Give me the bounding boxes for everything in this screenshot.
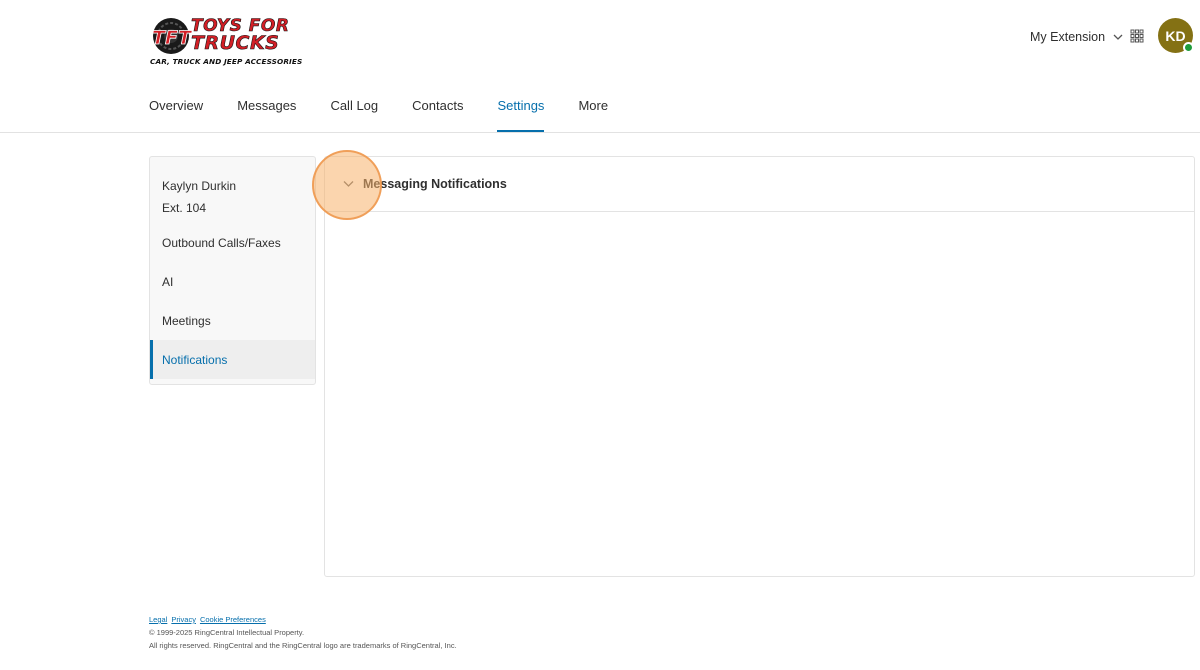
logo-line-2: TRUCKS (191, 32, 280, 54)
sidebar-item-meetings[interactable]: Meetings (150, 301, 315, 340)
sidebar-item-user-profile[interactable]: Kaylyn Durkin Ext. 104 (150, 157, 315, 223)
app-grid-icon[interactable] (1130, 29, 1144, 43)
my-extension-label: My Extension (1030, 30, 1106, 44)
page-footer: Legal Privacy Cookie Preferences © 1999-20… (149, 613, 457, 652)
svg-text:TFT: TFT (152, 27, 193, 49)
settings-sidebar: Kaylyn Durkin Ext. 104 Outbound Calls/Fa… (149, 156, 316, 385)
chevron-down-icon[interactable] (343, 180, 354, 188)
main-nav-tabs: Overview Messages Call Log Contacts Sett… (149, 96, 642, 132)
user-name: Kaylyn Durkin (162, 179, 237, 193)
tab-call-log[interactable]: Call Log (330, 96, 378, 132)
privacy-link[interactable]: Privacy (171, 615, 196, 624)
presence-status-dot (1183, 42, 1194, 53)
top-header: TFT TOYS FOR TRUCKS CAR, TRUCK AND JEEP … (0, 0, 1200, 133)
sidebar-item-notifications[interactable]: Notifications (150, 340, 315, 379)
messaging-notifications-header[interactable]: Messaging Notifications (325, 157, 1194, 212)
tab-more[interactable]: More (578, 96, 608, 132)
tab-settings[interactable]: Settings (497, 96, 544, 132)
tire-logo-icon: TFT (152, 18, 193, 54)
footer-links: Legal Privacy Cookie Preferences (149, 613, 457, 626)
section-title: Messaging Notifications (363, 177, 507, 191)
section-body (325, 212, 1194, 576)
sidebar-item-outbound-calls-faxes[interactable]: Outbound Calls/Faxes (150, 223, 315, 262)
tab-overview[interactable]: Overview (149, 96, 203, 132)
rights-text: All rights reserved. RingCentral and the… (149, 641, 457, 650)
notifications-panel: Messaging Notifications (324, 156, 1195, 577)
logo-tagline: CAR, TRUCK AND JEEP ACCESSORIES (150, 57, 303, 66)
cookie-preferences-link[interactable]: Cookie Preferences (200, 615, 266, 624)
sidebar-item-ai[interactable]: AI (150, 262, 315, 301)
user-extension: Ext. 104 (162, 201, 207, 215)
chevron-down-icon (1113, 34, 1123, 40)
legal-link[interactable]: Legal (149, 615, 167, 624)
copyright-text: © 1999-2025 RingCentral Intellectual Pro… (149, 628, 305, 637)
my-extension-dropdown[interactable]: My Extension (1030, 28, 1123, 46)
tab-contacts[interactable]: Contacts (412, 96, 463, 132)
logo-wordmark: TOYS FOR TRUCKS (191, 17, 290, 54)
tab-messages[interactable]: Messages (237, 96, 296, 132)
company-logo[interactable]: TFT TOYS FOR TRUCKS CAR, TRUCK AND JEEP … (149, 16, 331, 70)
